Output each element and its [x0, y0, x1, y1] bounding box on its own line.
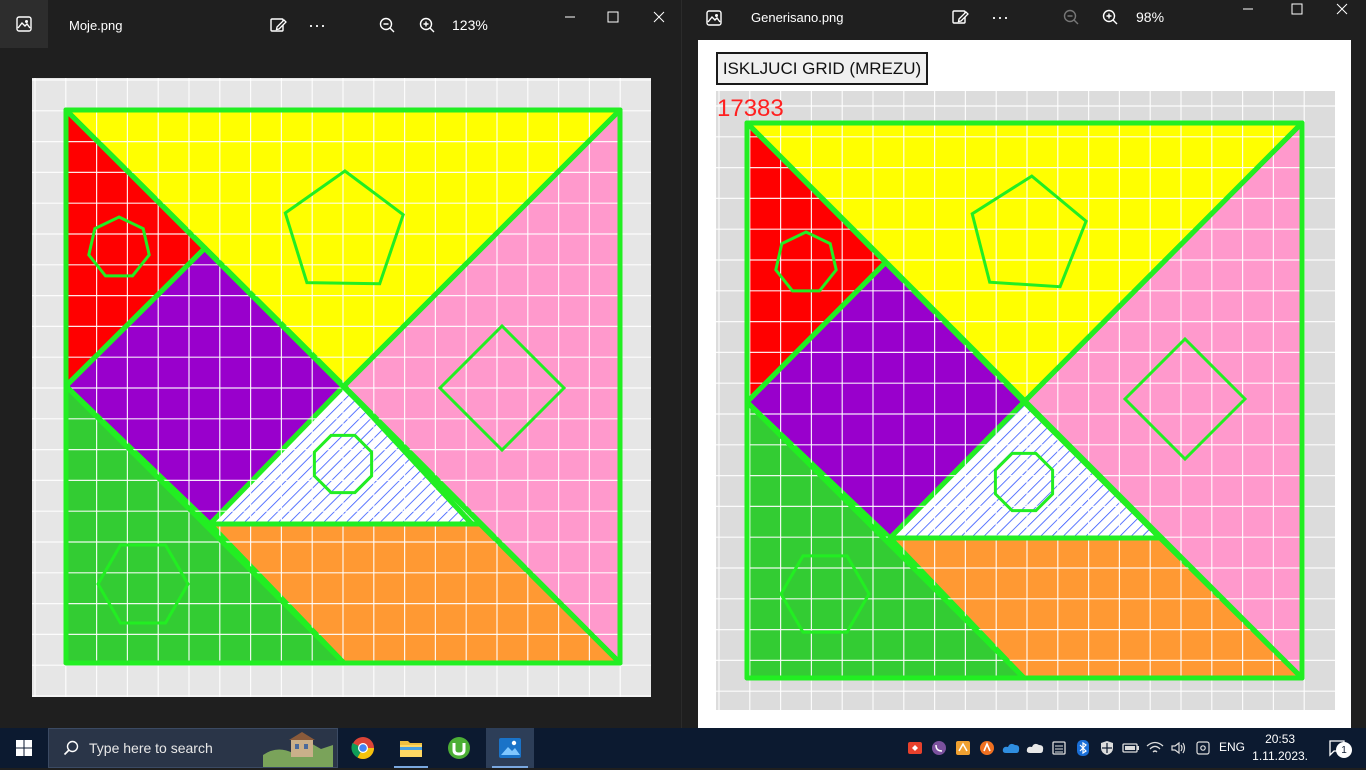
wifi-tray-icon[interactable]	[1143, 741, 1167, 755]
image-viewport: ISKLJUCI GRID (MREZU) 17383	[698, 40, 1351, 728]
search-highlight-image	[263, 731, 333, 767]
zoom-level: 123%	[452, 17, 488, 33]
chrome-taskbar-icon[interactable]	[340, 728, 386, 768]
photos-window-left: Moje.png ··· 123%	[0, 0, 682, 728]
zoom-out-icon[interactable]	[375, 9, 399, 41]
file-name: Generisano.png	[751, 9, 844, 25]
file-explorer-icon[interactable]	[388, 728, 434, 768]
search-placeholder: Type here to search	[89, 740, 213, 756]
toggle-grid-button[interactable]: ISKLJUCI GRID (MREZU)	[716, 52, 928, 85]
display-tray-icon[interactable]	[1191, 741, 1215, 755]
zoom-in-icon[interactable]	[1098, 1, 1122, 33]
battery-tray-icon[interactable]	[1119, 742, 1143, 754]
image-viewport[interactable]	[32, 78, 651, 697]
security-tray-icon[interactable]	[1095, 740, 1119, 756]
clock[interactable]: 20:53 1.11.2023.	[1252, 731, 1308, 765]
avast-tray-icon[interactable]	[975, 740, 999, 756]
generated-canvas: 17383	[716, 91, 1335, 710]
titlebar: Moje.png ··· 123%	[0, 0, 681, 48]
anydesk-tray-icon[interactable]	[903, 740, 927, 756]
start-button[interactable]	[0, 728, 48, 768]
titlebar: Generisano.png ··· 98%	[684, 0, 1366, 42]
notification-badge: 1	[1336, 742, 1352, 758]
counter-label: 17383	[717, 95, 784, 122]
close-button[interactable]	[1327, 0, 1357, 25]
viber-tray-icon[interactable]	[927, 740, 951, 756]
system-tray	[903, 728, 1215, 768]
clock-date: 1.11.2023.	[1252, 749, 1308, 763]
minimize-button[interactable]	[555, 1, 585, 33]
zoom-out-icon[interactable]	[1059, 1, 1083, 33]
taskbar: Type here to search ENG 20:53 1.11.2023.	[0, 728, 1366, 768]
more-options-icon[interactable]: ···	[302, 9, 332, 41]
language-indicator[interactable]: ENG	[1219, 740, 1245, 754]
notification-center-button[interactable]: 1	[1318, 728, 1358, 768]
photos-app-icon[interactable]	[0, 0, 48, 48]
photos-app-icon[interactable]	[692, 0, 736, 36]
close-button[interactable]	[644, 1, 674, 33]
maximize-button[interactable]	[598, 1, 628, 33]
utorrent-icon[interactable]	[436, 728, 482, 768]
maximize-button[interactable]	[1282, 0, 1312, 25]
onedrive-tray-icon[interactable]	[999, 742, 1023, 754]
minimize-button[interactable]	[1233, 0, 1263, 25]
photos-window-right: Generisano.png ··· 98% ISKLJUCI GRID (MR…	[684, 0, 1366, 728]
storage-tray-icon[interactable]	[1047, 740, 1071, 756]
cloud-tray-icon[interactable]	[1023, 742, 1047, 754]
volume-tray-icon[interactable]	[1167, 741, 1191, 755]
zoom-level: 98%	[1136, 9, 1165, 25]
edit-image-icon[interactable]	[948, 1, 972, 33]
file-name: Moje.png	[69, 17, 123, 33]
windows-logo-icon	[16, 740, 32, 756]
edit-image-icon[interactable]	[266, 9, 290, 41]
tangram-image	[716, 91, 1335, 710]
more-options-icon[interactable]: ···	[985, 1, 1015, 33]
tangram-image	[32, 78, 651, 697]
app-tray-icon[interactable]	[951, 740, 975, 756]
zoom-in-icon[interactable]	[415, 9, 439, 41]
search-icon	[63, 740, 79, 756]
clock-time: 20:53	[1265, 732, 1296, 746]
bluetooth-tray-icon[interactable]	[1071, 740, 1095, 756]
photos-taskbar-icon[interactable]	[486, 728, 534, 768]
taskbar-search-box[interactable]: Type here to search	[48, 728, 338, 768]
